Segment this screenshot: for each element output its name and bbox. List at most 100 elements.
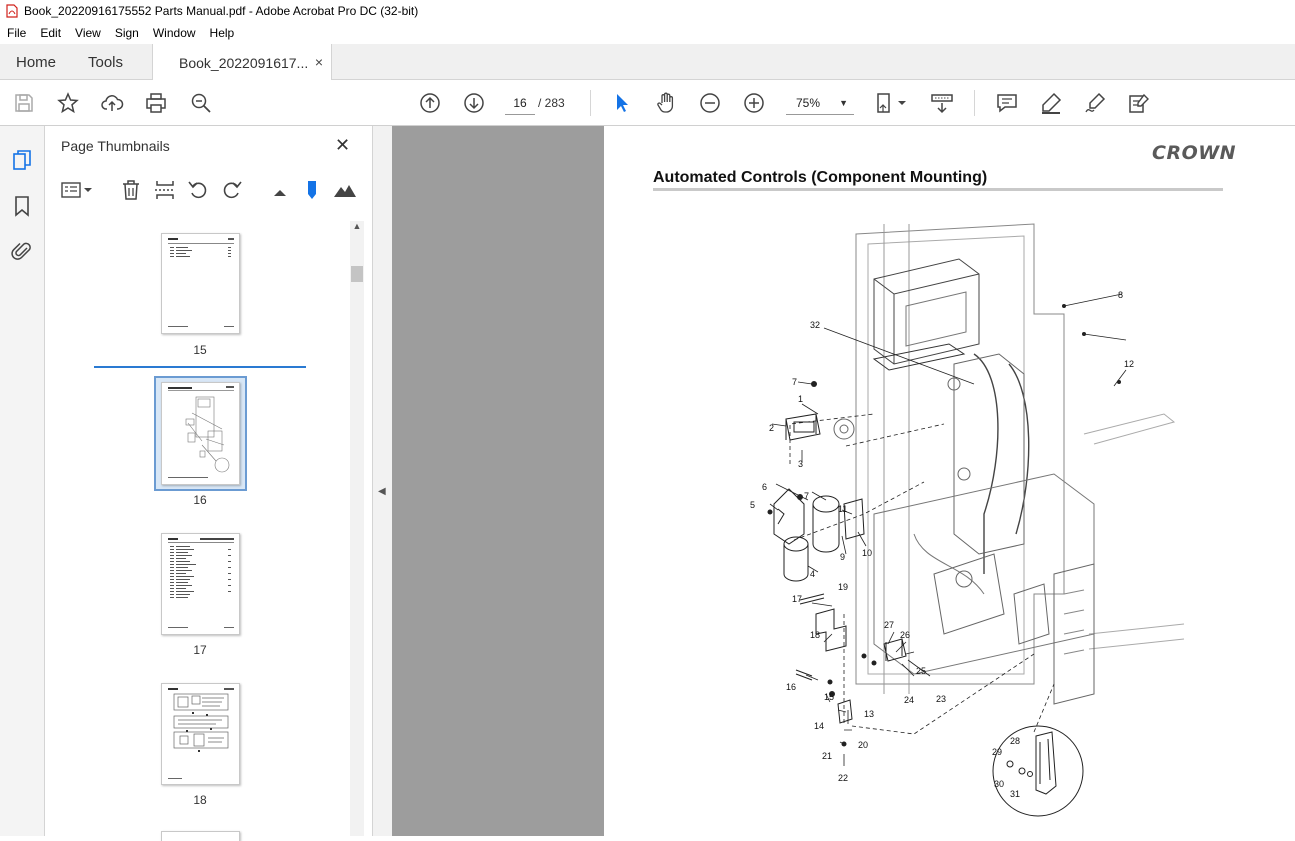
callout-6: 6 xyxy=(762,482,767,492)
comment-icon[interactable] xyxy=(995,91,1019,115)
hand-tool-icon[interactable] xyxy=(654,91,678,115)
left-navigation-rail xyxy=(0,126,45,836)
callout-30: 30 xyxy=(994,779,1004,789)
fill-sign-icon[interactable] xyxy=(1127,91,1151,115)
previous-page-icon[interactable] xyxy=(418,91,442,115)
thumbnail-page-18[interactable] xyxy=(161,683,240,785)
next-page-icon[interactable] xyxy=(462,91,486,115)
page-thumbnails-icon[interactable] xyxy=(10,148,34,172)
exploded-parts-diagram: 32 8 7 12 1 2 3 6 7 5 11 9 10 4 19 17 18… xyxy=(750,223,1185,817)
tab-tools[interactable]: Tools xyxy=(88,44,123,80)
zoom-out-icon[interactable] xyxy=(698,91,722,115)
thumbnail-16-preview xyxy=(168,386,234,478)
callout-12: 12 xyxy=(1124,359,1134,369)
menu-help[interactable]: Help xyxy=(203,26,242,40)
callout-31: 31 xyxy=(1010,789,1020,799)
thumbnail-scrollbar[interactable]: ▲ xyxy=(350,221,364,836)
callout-23: 23 xyxy=(936,694,946,704)
callout-24: 24 xyxy=(904,695,914,705)
rotate-right-icon[interactable] xyxy=(220,178,244,202)
callout-11: 11 xyxy=(838,504,847,514)
scroll-up-icon[interactable]: ▲ xyxy=(350,221,364,235)
thumbnail-toolbar xyxy=(45,174,373,206)
thumbnail-label-18: 18 xyxy=(193,793,207,807)
callout-32: 32 xyxy=(810,320,820,330)
rotate-left-icon[interactable] xyxy=(186,178,210,202)
page-fit-icon[interactable] xyxy=(874,91,910,115)
star-icon[interactable] xyxy=(56,91,80,115)
bookmark-icon[interactable] xyxy=(10,194,34,218)
toolbar-divider xyxy=(590,90,591,116)
thumbnail-15-preview xyxy=(168,238,234,327)
delete-trash-icon[interactable] xyxy=(119,178,143,202)
callout-9: 9 xyxy=(840,552,845,562)
callout-18: 18 xyxy=(810,630,820,640)
callout-7a: 7 xyxy=(792,377,797,387)
title-underline xyxy=(653,188,1223,191)
thumbnail-page-19-partial[interactable] xyxy=(161,831,240,841)
callout-19: 19 xyxy=(838,582,848,592)
menu-window[interactable]: Window xyxy=(146,26,203,40)
thumbnail-label-15: 15 xyxy=(193,343,207,357)
callout-25: 25 xyxy=(916,666,926,676)
callout-22: 22 xyxy=(838,773,848,783)
highlight-pen-icon[interactable] xyxy=(1039,91,1063,115)
save-icon[interactable] xyxy=(12,91,36,115)
tab-document[interactable]: Book_2022091617... × xyxy=(152,44,332,81)
small-thumbnail-icon[interactable] xyxy=(268,178,292,202)
cloud-upload-icon[interactable] xyxy=(100,91,124,115)
menu-edit[interactable]: Edit xyxy=(33,26,68,40)
panel-collapse-strip[interactable]: ◀ xyxy=(373,126,392,836)
thumbnail-page-15[interactable] xyxy=(161,233,240,334)
collapse-panel-icon[interactable]: ◀ xyxy=(378,486,386,497)
menu-file[interactable]: File xyxy=(0,26,33,40)
callout-26: 26 xyxy=(900,630,910,640)
chevron-down-icon: ▼ xyxy=(839,98,848,108)
title-bar: Book_20220916175552 Parts Manual.pdf - A… xyxy=(0,0,1295,22)
page-total-label: / 283 xyxy=(538,96,565,110)
zoom-select[interactable]: 75% ▼ xyxy=(786,91,854,115)
thumbnail-17-preview xyxy=(168,538,234,628)
thumbnail-page-16[interactable] xyxy=(161,382,240,485)
thumbnail-label-16: 16 xyxy=(193,493,207,507)
window-title: Book_20220916175552 Parts Manual.pdf - A… xyxy=(24,4,419,18)
menu-view[interactable]: View xyxy=(68,26,108,40)
tab-home[interactable]: Home xyxy=(16,44,56,80)
pdf-page: CROWN Automated Controls (Component Moun… xyxy=(604,126,1295,836)
callout-4: 4 xyxy=(810,569,815,579)
select-pointer-icon[interactable] xyxy=(610,91,634,115)
callout-21: 21 xyxy=(822,751,832,761)
close-tab-icon[interactable]: × xyxy=(315,54,323,70)
attachment-paperclip-icon[interactable] xyxy=(10,239,34,263)
callout-17: 17 xyxy=(792,594,802,604)
extract-pages-icon[interactable] xyxy=(153,178,177,202)
callout-1: 1 xyxy=(798,394,803,404)
page-number-input[interactable]: 16 xyxy=(505,91,535,115)
main-toolbar: 16 / 283 75% ▼ xyxy=(0,80,1295,126)
pdf-file-icon xyxy=(6,4,18,18)
large-thumbnail-icon[interactable] xyxy=(333,178,357,202)
scrollbar-thumb[interactable] xyxy=(351,266,363,282)
callout-3: 3 xyxy=(798,459,803,469)
thumbnail-18-preview xyxy=(168,688,234,779)
scroll-mode-icon[interactable] xyxy=(930,91,954,115)
thumbnail-page-17[interactable] xyxy=(161,533,240,635)
print-icon[interactable] xyxy=(144,91,168,115)
callout-14: 14 xyxy=(814,721,824,731)
close-panel-icon[interactable]: ✕ xyxy=(335,135,350,156)
callout-13: 13 xyxy=(864,709,874,719)
thumbnail-options-icon[interactable] xyxy=(59,178,95,202)
menu-bar: File Edit View Sign Window Help xyxy=(0,22,1295,44)
thumbnail-insertion-line xyxy=(94,366,306,368)
draw-sign-icon[interactable] xyxy=(1083,91,1107,115)
callout-27: 27 xyxy=(884,620,894,630)
zoom-in-icon[interactable] xyxy=(742,91,766,115)
document-canvas-background xyxy=(392,126,604,836)
zoom-search-icon[interactable] xyxy=(189,91,213,115)
menu-sign[interactable]: Sign xyxy=(108,26,146,40)
callout-29: 29 xyxy=(992,747,1002,757)
insert-marker-icon[interactable] xyxy=(300,178,324,202)
toolbar-divider xyxy=(974,90,975,116)
tab-document-label: Book_2022091617... xyxy=(179,54,309,71)
brand-logo: CROWN xyxy=(1152,142,1237,164)
